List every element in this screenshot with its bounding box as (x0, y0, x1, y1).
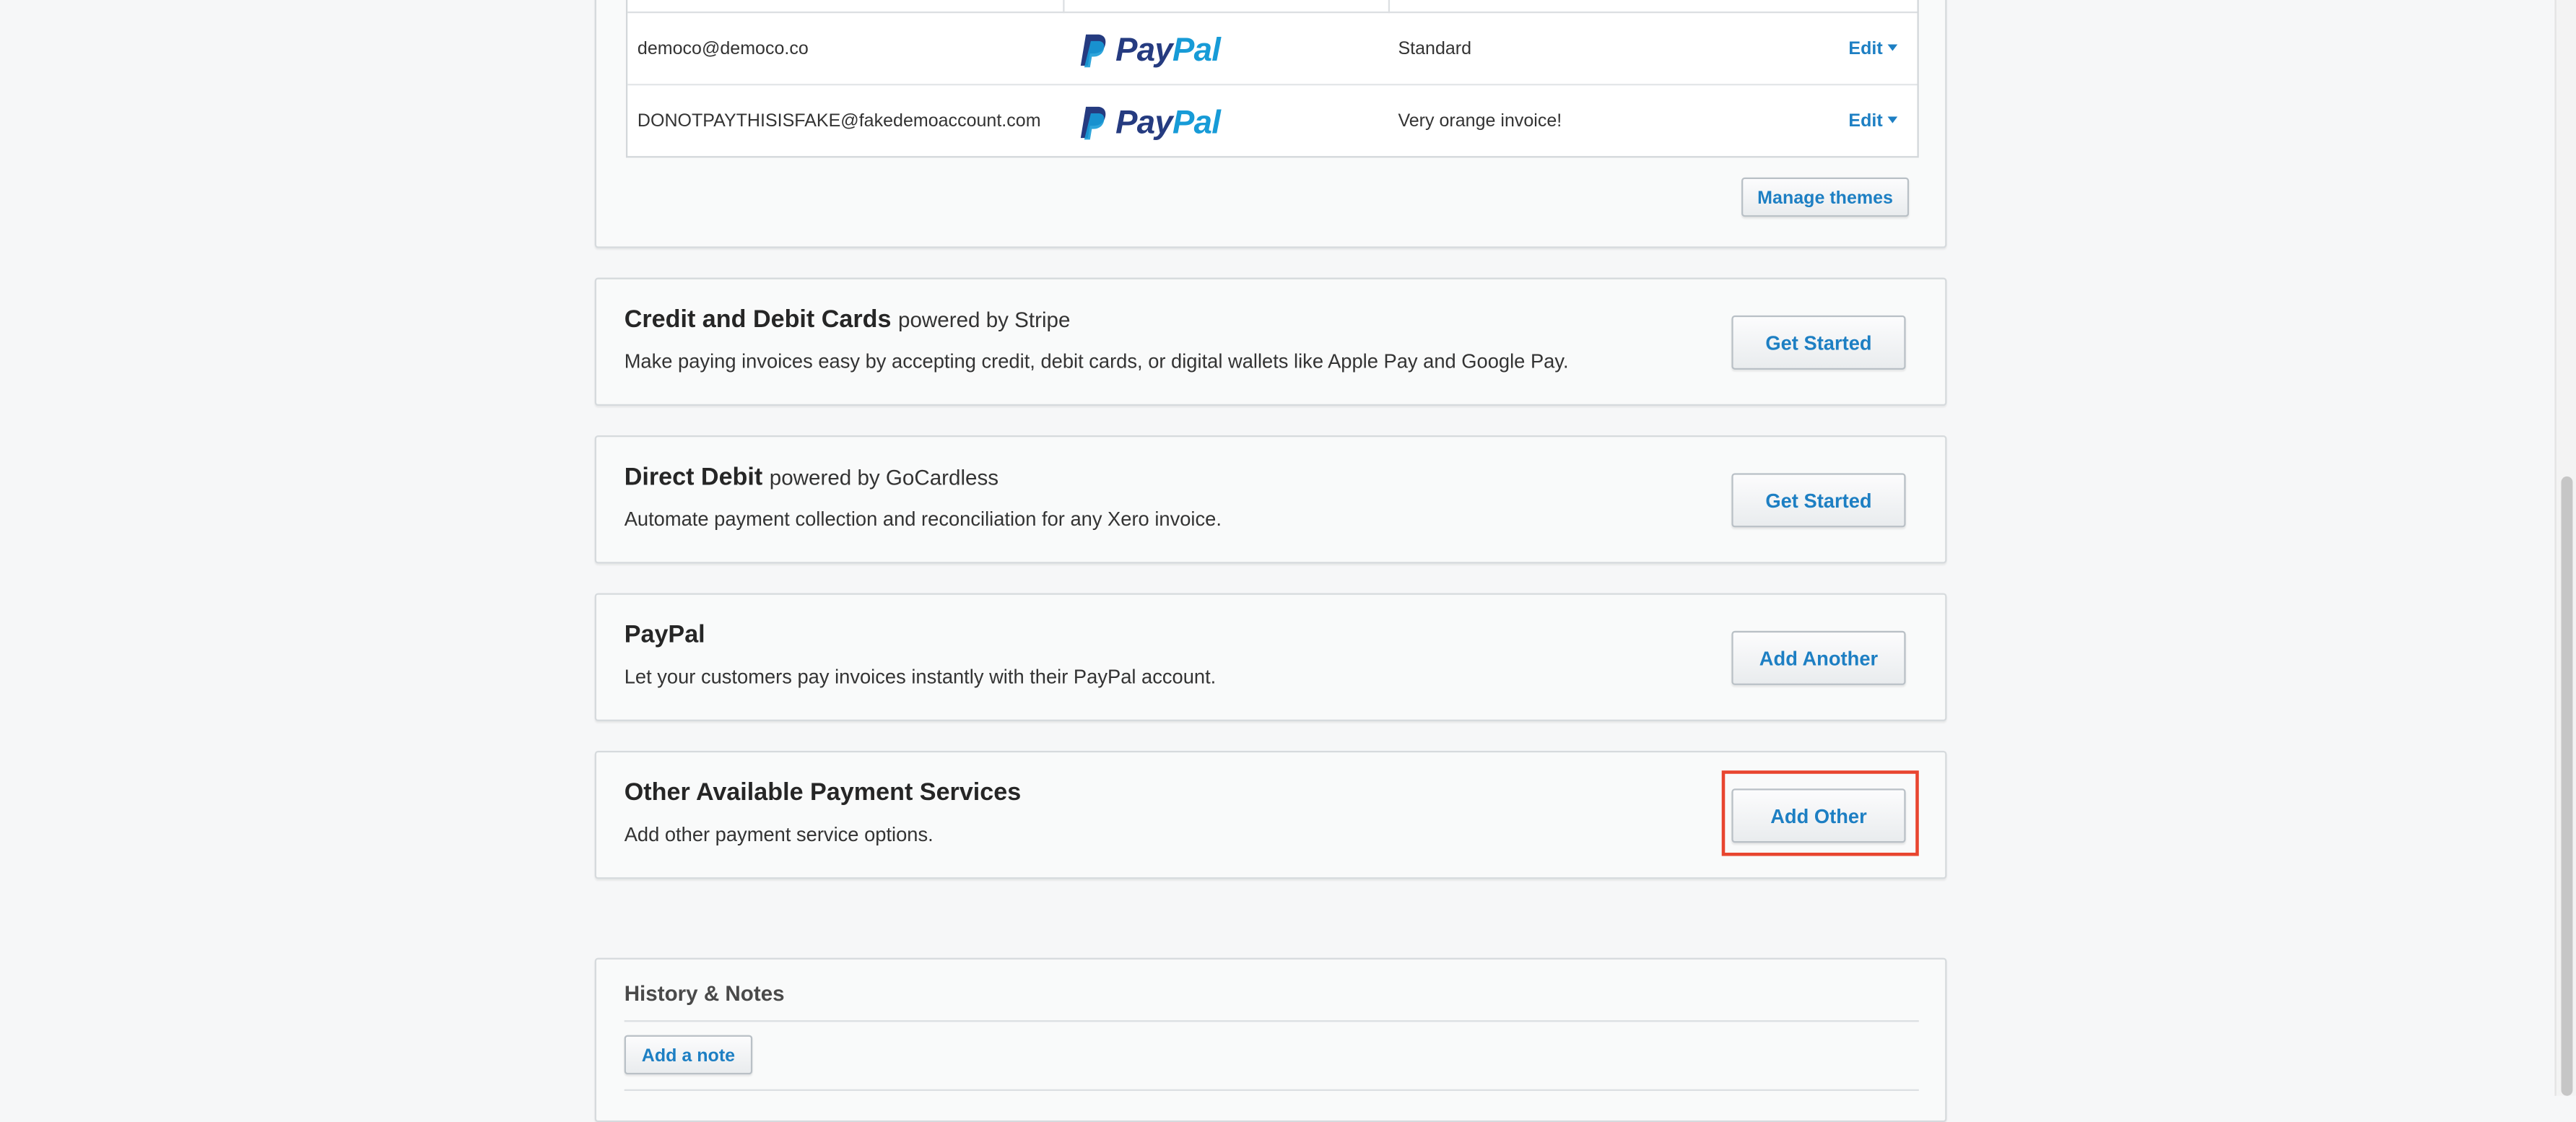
highlight-box (1721, 770, 1919, 856)
add-another-button[interactable]: Add Another (1731, 630, 1906, 685)
table-row: DONOTPAYTHISISFAKE@fakedemoaccount.com P… (627, 85, 1917, 157)
page-canvas: democo@democo.co PayPal Standard Edit DO… (0, 0, 2576, 1122)
credit-get-started-button[interactable]: Get Started (1731, 315, 1906, 370)
paypal-logo-icon: PayPal (1078, 33, 1221, 69)
column-divider (1388, 0, 1391, 14)
column-divider (1063, 0, 1065, 14)
service-title-text: Direct Debit (624, 463, 763, 492)
service-description: Let your customers pay invoices instantl… (624, 665, 1217, 689)
service-description: Automate payment collection and reconcil… (624, 508, 1222, 531)
direct-debit-card: Direct Debit powered by GoCardless Autom… (594, 435, 1947, 564)
caret-down-icon (1887, 116, 1898, 123)
debit-get-started-button[interactable]: Get Started (1731, 473, 1906, 528)
table-header (627, 0, 1918, 14)
table-row: democo@democo.co PayPal Standard Edit (627, 13, 1918, 86)
account-theme: Very orange invoice! (1398, 111, 1562, 132)
history-title: History & Notes (624, 980, 785, 1006)
service-title-text: Credit and Debit Cards (624, 305, 892, 334)
paypal-wordmark: PayPal (1115, 105, 1221, 142)
history-notes-card: History & Notes Add a note (594, 957, 1947, 1122)
service-title: Other Available Payment Services (624, 778, 1022, 807)
edit-dropdown-button[interactable]: Edit (1848, 13, 1898, 85)
caret-down-icon (1887, 44, 1898, 51)
service-title: Direct Debit powered by GoCardless (625, 464, 998, 492)
paypal-p-icon (1080, 106, 1106, 140)
service-description: Make paying invoices easy by accepting c… (624, 349, 1569, 373)
paypal-accounts-table: democo@democo.co PayPal Standard Edit DO… (625, 0, 1919, 158)
divider (624, 1020, 1919, 1022)
paypal-service-card: PayPal Let your customers pay invoices i… (594, 593, 1947, 721)
service-description: Add other payment service options. (624, 823, 934, 846)
paypal-p-icon (1080, 34, 1106, 68)
paypal-wordmark: PayPal (1115, 32, 1221, 69)
account-theme: Standard (1398, 39, 1472, 59)
paypal-accounts-card: democo@democo.co PayPal Standard Edit DO… (594, 0, 1947, 248)
service-title: PayPal (624, 621, 705, 649)
account-email: DONOTPAYTHISISFAKE@fakedemoaccount.com (637, 111, 1041, 132)
service-title: Credit and Debit Cards powered by Stripe (625, 305, 1071, 334)
scrollbar-thumb[interactable] (2561, 476, 2573, 1096)
account-email: democo@democo.co (637, 39, 809, 59)
powered-by-label: powered by Stripe (898, 307, 1071, 332)
vertical-scrollbar[interactable] (2554, 0, 2576, 1096)
manage-themes-button[interactable]: Manage themes (1741, 177, 1910, 217)
edit-dropdown-button[interactable]: Edit (1848, 85, 1898, 157)
paypal-logo-icon: PayPal (1078, 105, 1221, 142)
add-note-button[interactable]: Add a note (624, 1035, 753, 1075)
credit-debit-cards-card: Credit and Debit Cards powered by Stripe… (594, 277, 1947, 406)
edit-label: Edit (1848, 111, 1883, 132)
powered-by-label: powered by GoCardless (769, 464, 999, 490)
divider (624, 1089, 1919, 1091)
edit-label: Edit (1848, 39, 1883, 59)
